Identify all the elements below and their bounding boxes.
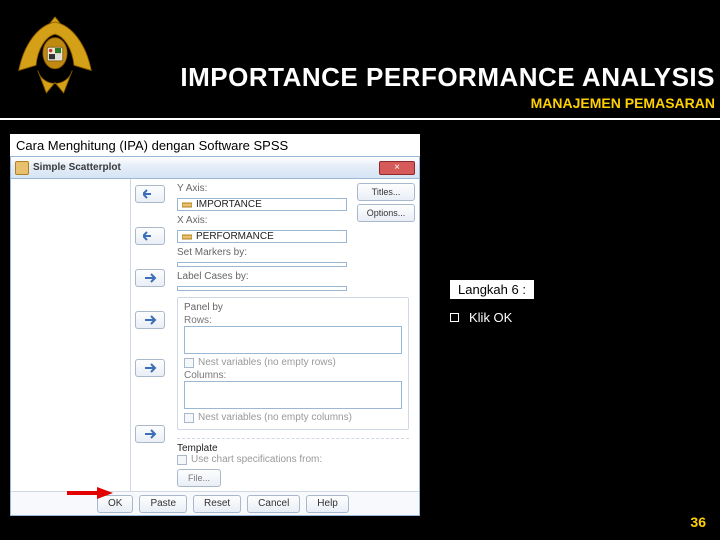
use-spec-label: Use chart specifications from: bbox=[191, 454, 322, 465]
yaxis-value: IMPORTANCE bbox=[196, 199, 262, 210]
cols-listbox[interactable] bbox=[184, 381, 402, 409]
reset-button[interactable]: Reset bbox=[193, 495, 241, 513]
markers-field[interactable] bbox=[177, 262, 347, 267]
garuda-emblem bbox=[10, 10, 100, 105]
dialog-app-icon bbox=[15, 161, 29, 175]
help-button[interactable]: Help bbox=[306, 495, 349, 513]
rows-label: Rows: bbox=[184, 315, 402, 326]
title-divider bbox=[0, 118, 720, 120]
xaxis-field[interactable]: PERFORMANCE bbox=[177, 230, 347, 243]
move-x-button[interactable] bbox=[135, 227, 165, 245]
cols-label: Columns: bbox=[184, 370, 402, 381]
template-group: Template Use chart specifications from: … bbox=[177, 438, 409, 487]
spss-dialog: Simple Scatterplot × Titles. bbox=[10, 156, 420, 516]
move-markers-button[interactable] bbox=[135, 269, 165, 287]
rows-nest-row: Nest variables (no empty rows) bbox=[184, 357, 402, 368]
labelcases-field[interactable] bbox=[177, 286, 347, 291]
dialog-titlebar: Simple Scatterplot × bbox=[11, 157, 419, 179]
xaxis-value: PERFORMANCE bbox=[196, 231, 274, 242]
dialog-close-button[interactable]: × bbox=[379, 161, 415, 175]
panel-by-group: Panel by Rows: Nest variables (no empty … bbox=[177, 297, 409, 430]
variable-source-list[interactable] bbox=[11, 179, 131, 491]
ruler-icon bbox=[182, 232, 192, 242]
titles-button[interactable]: Titles... bbox=[357, 183, 415, 201]
template-title: Template bbox=[177, 443, 409, 454]
red-arrow-annotation bbox=[67, 486, 113, 500]
dialog-right: Titles... Options... Y Axis: IMPORTANCE … bbox=[171, 179, 419, 491]
rows-listbox[interactable] bbox=[184, 326, 402, 354]
dialog-footer: OK Paste Reset Cancel Help bbox=[11, 491, 419, 515]
cancel-button[interactable]: Cancel bbox=[247, 495, 300, 513]
dialog-body: Titles... Options... Y Axis: IMPORTANCE … bbox=[11, 179, 419, 491]
slide: IMPORTANCE PERFORMANCE ANALYSIS MANAJEME… bbox=[0, 0, 720, 540]
labelcases-label: Label Cases by: bbox=[177, 271, 413, 282]
cols-nest-checkbox[interactable] bbox=[184, 413, 194, 423]
template-file-button[interactable]: File... bbox=[177, 469, 221, 487]
options-button[interactable]: Options... bbox=[357, 204, 415, 222]
move-labelcases-button[interactable] bbox=[135, 311, 165, 329]
paste-button[interactable]: Paste bbox=[139, 495, 187, 513]
step-label: Langkah 6 : bbox=[450, 280, 534, 299]
move-y-button[interactable] bbox=[135, 185, 165, 203]
dialog-title: Simple Scatterplot bbox=[33, 162, 121, 173]
rows-nest-checkbox[interactable] bbox=[184, 358, 194, 368]
panel-by-title: Panel by bbox=[184, 302, 402, 313]
ruler-icon bbox=[182, 200, 192, 210]
move-cols-button[interactable] bbox=[135, 425, 165, 443]
transfer-buttons bbox=[131, 179, 171, 491]
page-number: 36 bbox=[690, 514, 706, 530]
step-bullet: Klik OK bbox=[450, 310, 512, 325]
cols-nest-label: Nest variables (no empty columns) bbox=[198, 412, 352, 423]
slide-subtitle: MANAJEMEN PEMASARAN bbox=[175, 95, 715, 111]
use-spec-checkbox[interactable] bbox=[177, 455, 187, 465]
cols-nest-row: Nest variables (no empty columns) bbox=[184, 412, 402, 423]
slide-title: IMPORTANCE PERFORMANCE ANALYSIS bbox=[175, 62, 715, 93]
bullet-square-icon bbox=[450, 313, 459, 322]
rows-nest-label: Nest variables (no empty rows) bbox=[198, 357, 336, 368]
slide-caption: Cara Menghitung (IPA) dengan Software SP… bbox=[10, 134, 420, 157]
step-item-1: Klik OK bbox=[469, 310, 512, 325]
move-rows-button[interactable] bbox=[135, 359, 165, 377]
dialog-side-buttons: Titles... Options... bbox=[357, 183, 415, 222]
yaxis-field[interactable]: IMPORTANCE bbox=[177, 198, 347, 211]
markers-label: Set Markers by: bbox=[177, 247, 413, 258]
